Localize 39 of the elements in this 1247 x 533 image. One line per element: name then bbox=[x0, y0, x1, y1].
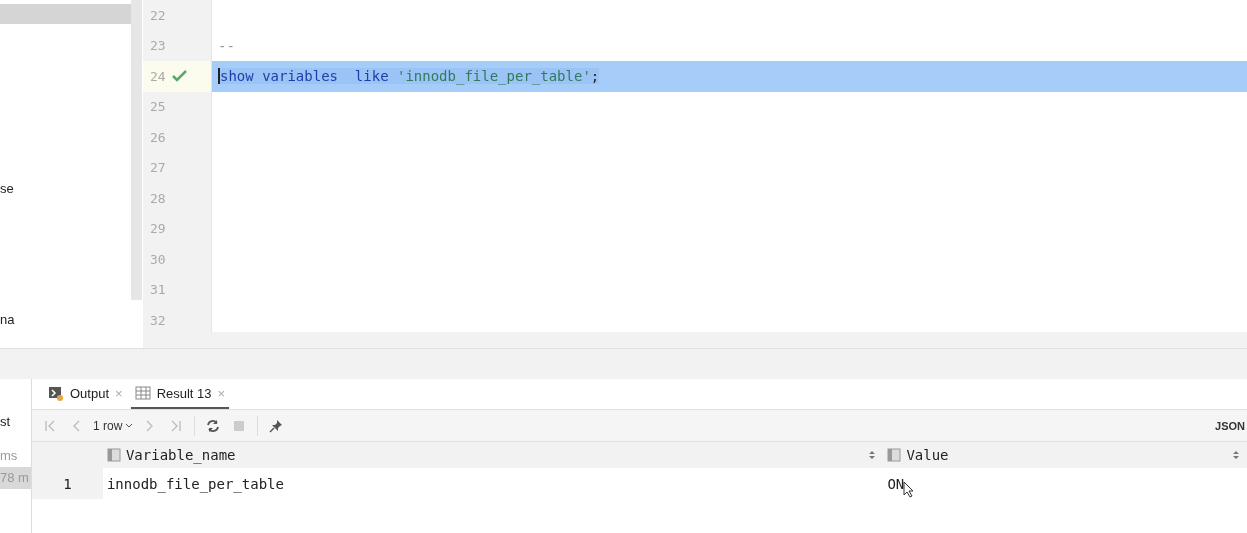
last-page-icon bbox=[170, 419, 183, 432]
scrollbar[interactable] bbox=[131, 0, 142, 300]
refresh-icon bbox=[206, 418, 221, 433]
sidebar-item[interactable] bbox=[0, 4, 131, 24]
format-label[interactable]: JSON bbox=[1215, 419, 1247, 432]
column-icon bbox=[887, 448, 902, 462]
line-number: 27 bbox=[150, 160, 166, 176]
line-number: 22 bbox=[150, 7, 166, 23]
mouse-pointer-icon bbox=[903, 481, 915, 498]
column-icon bbox=[106, 448, 121, 462]
table-cell: ON bbox=[883, 468, 1247, 499]
line-number: 31 bbox=[150, 282, 166, 298]
line-number: 24 bbox=[150, 68, 166, 84]
line-number: 23 bbox=[150, 38, 166, 54]
caret-icon bbox=[125, 423, 134, 428]
line-number: 26 bbox=[150, 129, 166, 145]
horizontal-scrollbar[interactable] bbox=[143, 332, 1247, 348]
row-number: 1 bbox=[32, 468, 103, 499]
table-icon bbox=[134, 386, 151, 400]
console-icon bbox=[48, 385, 64, 401]
code-line: -- bbox=[218, 37, 235, 54]
stop-icon bbox=[233, 419, 246, 432]
table-cell: innodb_file_per_table bbox=[102, 468, 884, 499]
sidebar-item[interactable]: se bbox=[0, 179, 131, 199]
first-page-icon bbox=[44, 419, 56, 432]
result-tab[interactable]: Output × bbox=[44, 379, 127, 409]
previous-icon bbox=[72, 419, 80, 432]
service-item[interactable]: st bbox=[0, 411, 31, 433]
pin-icon bbox=[269, 418, 284, 433]
line-number: 30 bbox=[150, 251, 166, 267]
sort-icon bbox=[869, 450, 876, 460]
line-number: 25 bbox=[150, 99, 166, 115]
line-number: 32 bbox=[150, 312, 166, 328]
line-number: 28 bbox=[150, 190, 166, 206]
sort-icon bbox=[1233, 450, 1239, 460]
row-count-dropdown[interactable]: 1 row bbox=[90, 413, 137, 438]
line-number: 29 bbox=[150, 221, 166, 237]
sidebar-item[interactable]: na bbox=[0, 310, 131, 330]
next-icon bbox=[146, 419, 155, 432]
